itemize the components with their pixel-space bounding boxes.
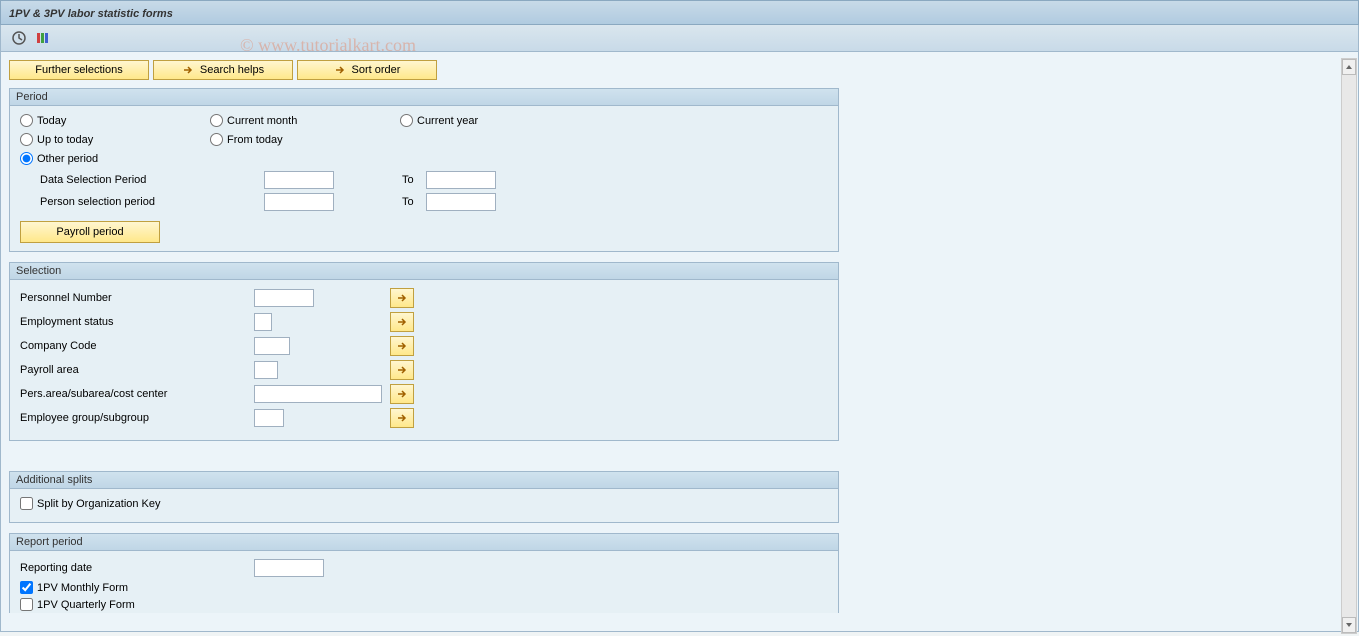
- employment-status-input[interactable]: [254, 313, 272, 331]
- company-code-label: Company Code: [20, 340, 250, 352]
- employee-group-multiselect[interactable]: [390, 408, 414, 428]
- additional-splits-title: Additional splits: [10, 472, 838, 489]
- data-selection-to-input[interactable]: [426, 171, 496, 189]
- sort-order-button[interactable]: Sort order: [297, 60, 437, 80]
- payroll-area-label: Payroll area: [20, 364, 250, 376]
- radio-current-year[interactable]: Current year: [400, 114, 550, 127]
- radio-up-to-today-input[interactable]: [20, 133, 33, 146]
- scroll-up-icon[interactable]: [1342, 59, 1356, 75]
- radio-label: Current month: [227, 115, 297, 127]
- reporting-date-label: Reporting date: [20, 562, 250, 574]
- scroll-down-icon[interactable]: [1342, 617, 1356, 633]
- radio-from-today-input[interactable]: [210, 133, 223, 146]
- radio-from-today[interactable]: From today: [210, 133, 360, 146]
- split-by-org-checkbox[interactable]: [20, 497, 33, 510]
- personnel-number-input[interactable]: [254, 289, 314, 307]
- report-period-title: Report period: [10, 534, 838, 551]
- button-label: Further selections: [35, 64, 122, 76]
- radio-today-input[interactable]: [20, 114, 33, 127]
- content-area: Further selections Search helps Sort ord…: [0, 52, 1359, 632]
- radio-other-period[interactable]: Other period: [20, 152, 170, 165]
- button-label: Search helps: [200, 64, 264, 76]
- page-title-bar: 1PV & 3PV labor statistic forms: [0, 0, 1359, 25]
- payroll-area-multiselect[interactable]: [390, 360, 414, 380]
- pers-area-input[interactable]: [254, 385, 382, 403]
- button-label: Sort order: [352, 64, 401, 76]
- data-selection-label: Data Selection Period: [20, 174, 260, 186]
- quarterly-form-label: 1PV Quarterly Form: [37, 599, 135, 611]
- pers-area-label: Pers.area/subarea/cost center: [20, 388, 250, 400]
- arrow-right-icon: [334, 64, 346, 76]
- split-by-org-label: Split by Organization Key: [37, 498, 161, 510]
- report-period-groupbox: Report period Reporting date 1PV Monthly…: [9, 533, 839, 613]
- additional-splits-groupbox: Additional splits Split by Organization …: [9, 471, 839, 523]
- data-selection-from-input[interactable]: [264, 171, 334, 189]
- person-selection-to-input[interactable]: [426, 193, 496, 211]
- page-title: 1PV & 3PV labor statistic forms: [9, 8, 173, 20]
- radio-label: From today: [227, 134, 283, 146]
- reporting-date-input[interactable]: [254, 559, 324, 577]
- radio-up-to-today[interactable]: Up to today: [20, 133, 170, 146]
- company-code-input[interactable]: [254, 337, 290, 355]
- personnel-number-multiselect[interactable]: [390, 288, 414, 308]
- button-label: Payroll period: [56, 226, 123, 238]
- radio-other-period-input[interactable]: [20, 152, 33, 165]
- company-code-multiselect[interactable]: [390, 336, 414, 356]
- employee-group-input[interactable]: [254, 409, 284, 427]
- pers-area-multiselect[interactable]: [390, 384, 414, 404]
- employment-status-multiselect[interactable]: [390, 312, 414, 332]
- execute-icon[interactable]: [9, 29, 29, 47]
- payroll-area-input[interactable]: [254, 361, 278, 379]
- person-selection-from-input[interactable]: [264, 193, 334, 211]
- monthly-form-checkbox[interactable]: [20, 581, 33, 594]
- personnel-number-label: Personnel Number: [20, 292, 250, 304]
- period-title: Period: [10, 89, 838, 106]
- radio-label: Today: [37, 115, 66, 127]
- radio-current-year-input[interactable]: [400, 114, 413, 127]
- to-label: To: [402, 196, 422, 208]
- monthly-form-label: 1PV Monthly Form: [37, 582, 128, 594]
- radio-label: Current year: [417, 115, 478, 127]
- radio-label: Other period: [37, 153, 98, 165]
- radio-current-month[interactable]: Current month: [210, 114, 360, 127]
- app-toolbar: [0, 25, 1359, 52]
- employment-status-label: Employment status: [20, 316, 250, 328]
- further-selections-button[interactable]: Further selections: [9, 60, 149, 80]
- period-groupbox: Period Today Current month Current year: [9, 88, 839, 252]
- action-button-row: Further selections Search helps Sort ord…: [9, 60, 1350, 80]
- employee-group-label: Employee group/subgroup: [20, 412, 250, 424]
- selection-title: Selection: [10, 263, 838, 280]
- search-helps-button[interactable]: Search helps: [153, 60, 293, 80]
- structure-icon[interactable]: [33, 29, 53, 47]
- to-label: To: [402, 174, 422, 186]
- radio-today[interactable]: Today: [20, 114, 170, 127]
- selection-groupbox: Selection Personnel Number Employment st…: [9, 262, 839, 441]
- arrow-right-icon: [182, 64, 194, 76]
- vertical-scrollbar[interactable]: [1341, 58, 1357, 634]
- radio-current-month-input[interactable]: [210, 114, 223, 127]
- radio-label: Up to today: [37, 134, 93, 146]
- person-selection-label: Person selection period: [20, 196, 260, 208]
- quarterly-form-checkbox[interactable]: [20, 598, 33, 611]
- payroll-period-button[interactable]: Payroll period: [20, 221, 160, 243]
